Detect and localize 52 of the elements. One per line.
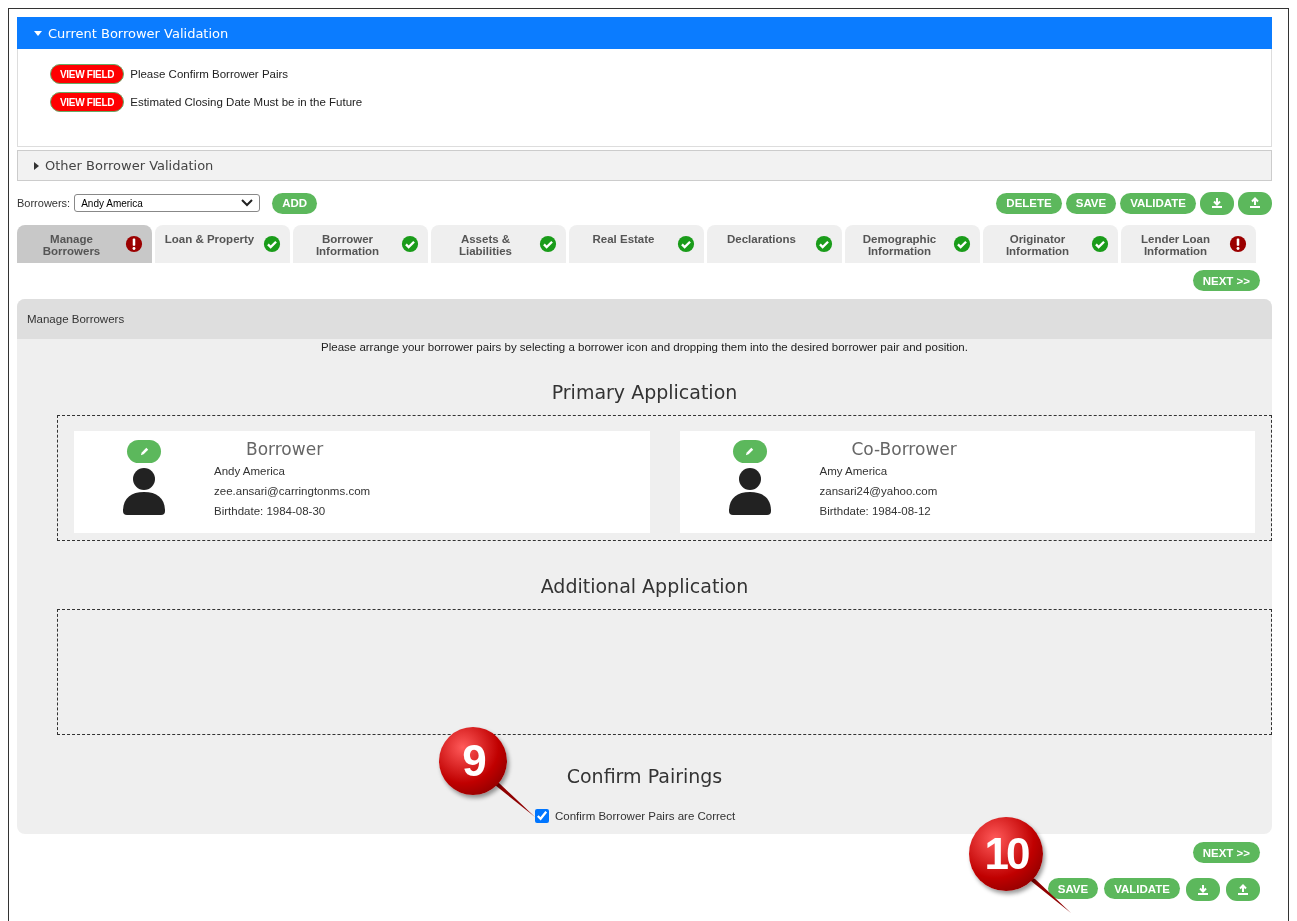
borrower-dropdown[interactable]: Andy America <box>74 194 261 212</box>
tab[interactable]: Loan & Property <box>155 225 290 263</box>
download-button[interactable] <box>1186 878 1220 901</box>
person-icon <box>726 467 773 515</box>
upload-icon <box>1249 197 1261 209</box>
view-field-button[interactable]: VIEW FIELD <box>50 92 125 112</box>
validation-message: Estimated Closing Date Must be in the Future <box>130 96 363 108</box>
tab[interactable]: Declarations <box>707 225 842 263</box>
tab[interactable]: Manage Borrowers <box>17 225 152 263</box>
download-button[interactable] <box>1200 191 1234 215</box>
pencil-icon <box>138 446 150 457</box>
edit-button[interactable] <box>732 440 767 463</box>
edit-button[interactable] <box>127 440 161 463</box>
view-field-button[interactable]: VIEW FIELD <box>50 64 125 84</box>
drop-zone[interactable]: Borrower Andy America zee.ansari@carringtonms.com Birthdate: 1984-08-30 Co-Borrower Amy America zansari24@yahoo.com Birthdate: 1984-08-12 <box>57 415 1272 541</box>
person-icon <box>121 467 167 515</box>
confirm-checkbox[interactable] <box>535 809 549 823</box>
section-heading: Additional Application <box>539 575 750 597</box>
role-title: Borrower <box>246 439 325 459</box>
borrower-card[interactable]: Borrower Andy America zee.ansari@carringtonms.com Birthdate: 1984-08-30 <box>74 431 650 533</box>
section-heading: Confirm Pairings <box>565 765 724 787</box>
tab[interactable]: Demographic Information <box>845 225 980 263</box>
tab[interactable]: Real Estate <box>569 225 704 263</box>
download-icon <box>1197 883 1209 896</box>
dropdown-value: Andy America <box>81 197 143 209</box>
validation-message: Please Confirm Borrower Pairs <box>130 68 289 80</box>
upload-icon <box>1237 883 1249 896</box>
checkbox-label: Confirm Borrower Pairs are Correct <box>555 810 736 822</box>
chevron-down-icon <box>241 199 254 207</box>
section-heading: Primary Application <box>550 381 739 403</box>
pencil-icon <box>744 446 755 457</box>
download-icon <box>1211 197 1223 209</box>
borrower-email: zansari24@yahoo.com <box>819 485 939 499</box>
tab[interactable]: Assets & Liabilities <box>431 225 566 263</box>
tab[interactable]: Originator Information <box>983 225 1118 263</box>
borrower-card[interactable]: Co-Borrower Amy America zansari24@yahoo.com Birthdate: 1984-08-12 <box>679 431 1255 533</box>
tab[interactable]: Borrower Information <box>293 225 428 263</box>
borrower-birthdate: Birthdate: 1984-08-30 <box>214 505 327 519</box>
instruction-text: Please arrange your borrower pairs by selecting a borrower icon and dropping them into the desired borrower pair and position. <box>320 341 969 353</box>
upload-button[interactable] <box>1226 878 1260 901</box>
accordion-header[interactable]: Other Borrower Validation <box>17 150 1272 181</box>
panel-header: Manage Borrowers <box>17 299 1272 339</box>
borrower-name: Andy America <box>214 465 286 479</box>
callout-badge: 10 <box>969 817 1043 891</box>
role-title: Co-Borrower <box>851 439 957 459</box>
borrower-birthdate: Birthdate: 1984-08-12 <box>819 505 932 519</box>
tab[interactable]: Lender Loan Information <box>1121 225 1256 263</box>
upload-button[interactable] <box>1238 191 1272 215</box>
borrowers-label: Borrowers: <box>17 197 71 209</box>
borrower-email: zee.ansari@carringtonms.com <box>214 485 371 499</box>
borrower-name: Amy America <box>819 465 889 479</box>
accordion-header[interactable]: Current Borrower Validation <box>17 17 1272 49</box>
